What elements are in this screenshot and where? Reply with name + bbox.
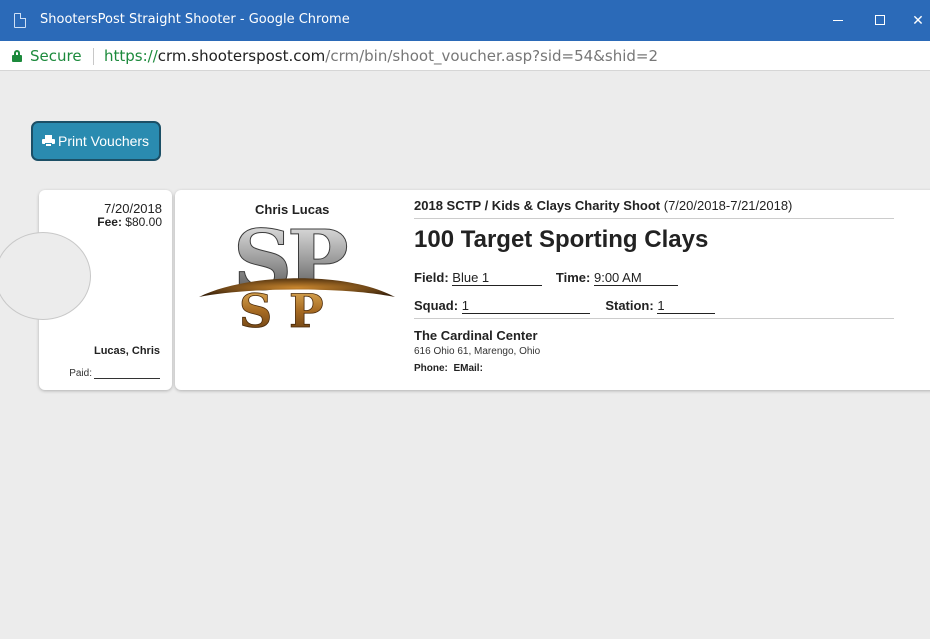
print-vouchers-label: Print Vouchers [58,133,150,149]
minimize-button[interactable] [815,0,861,41]
url-path: /crm/bin/shoot_voucher.asp?sid=54&shid=2 [325,47,659,65]
stub-paid: Paid: [69,368,160,379]
address-separator [93,48,94,65]
event-name: 2018 SCTP / Kids & Clays Charity Shoot [414,198,661,213]
url-host: crm.shooterspost.com [157,47,326,65]
venue-address: 616 Ohio 61, Marengo, Ohio [414,346,541,357]
station-value: 1 [657,298,716,314]
shooterspost-logo: S P S P [199,225,395,335]
voucher-stub: 7/20/2018 Fee: $80.00 Lucas, Chris Paid: [0,190,172,390]
squad-value: 1 [461,298,590,314]
venue-name: The Cardinal Center [414,328,538,343]
field-time-row: Field: Blue 1 Time: 9:00 AM [414,270,678,286]
window-title: ShootersPost Straight Shooter - Google C… [40,12,350,27]
minimize-icon [833,20,843,21]
divider [414,318,894,319]
document-icon [14,13,26,28]
field-value: Blue 1 [452,270,543,286]
event-dates: (7/20/2018-7/21/2018) [660,198,793,213]
stub-notch [0,232,91,320]
email-label: EMail: [453,363,483,374]
svg-text:P: P [289,284,324,335]
paid-line [94,378,160,379]
shoot-name: 100 Target Sporting Clays [414,226,709,253]
time-label: Time: [555,270,591,285]
squad-station-row: Squad: 1 Station: 1 [414,298,716,314]
window-titlebar: ShootersPost Straight Shooter - Google C… [0,0,930,41]
secure-label[interactable]: Secure [30,47,82,65]
venue-contact: Phone: EMail: [414,363,483,374]
stub-shooter-name: Lucas, Chris [93,345,160,357]
lock-icon[interactable] [12,50,22,62]
phone-label: Phone: [414,363,448,374]
url-scheme: https:// [104,47,158,65]
printer-icon [42,135,55,147]
divider [414,218,894,219]
fee-label: Fee: [97,215,122,229]
close-button[interactable]: ✕ [895,0,930,41]
stub-fee: Fee: $80.00 [97,215,162,229]
stub-date: 7/20/2018 [104,201,162,216]
shooter-name: Chris Lucas [255,202,330,217]
url-text[interactable]: https://crm.shooterspost.com/crm/bin/sho… [104,47,658,65]
fee-value: $80.00 [121,215,162,229]
paid-label: Paid: [69,368,92,379]
address-bar[interactable]: Secure https://crm.shooterspost.com/crm/… [0,41,930,71]
svg-text:S: S [239,284,272,335]
field-label: Field: [414,270,449,285]
squad-label: Squad: [414,298,459,313]
station-label: Station: [605,298,654,313]
event-title: 2018 SCTP / Kids & Clays Charity Shoot (… [414,198,792,213]
voucher-card: Chris Lucas S P S P 2018 SCTP / Kids & C… [175,190,930,390]
close-icon: ✕ [912,12,924,28]
print-vouchers-button[interactable]: Print Vouchers [31,121,161,161]
maximize-icon [875,15,885,25]
time-value: 9:00 AM [593,270,678,286]
